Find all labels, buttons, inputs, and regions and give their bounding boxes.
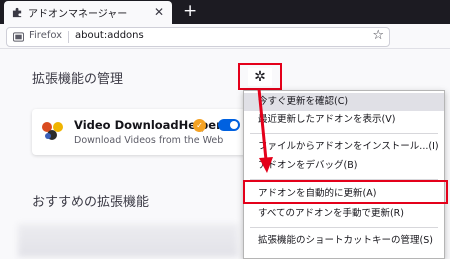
annotation-arrow	[257, 88, 273, 173]
